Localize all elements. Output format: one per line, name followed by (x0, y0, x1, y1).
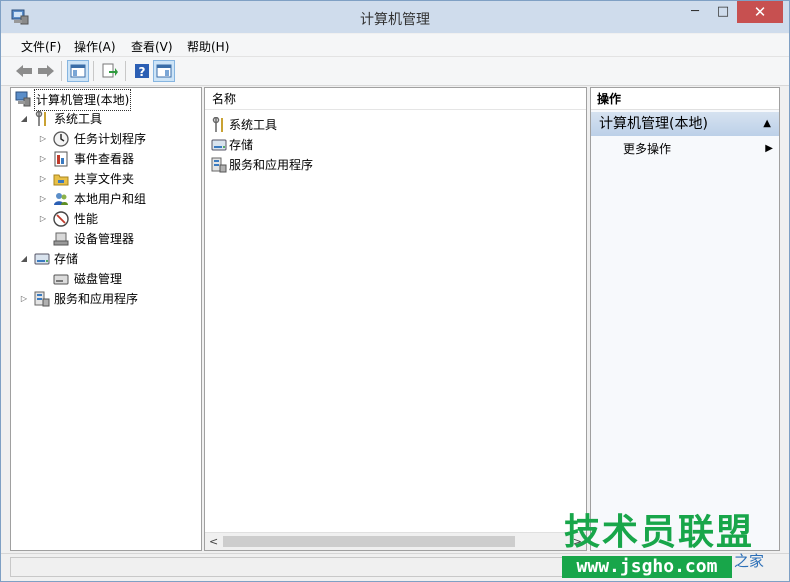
minimize-button[interactable]: ─ (681, 1, 709, 23)
svg-text:?: ? (139, 65, 146, 79)
storage-icon (211, 139, 227, 151)
services-icon (34, 291, 50, 307)
close-button[interactable]: ✕ (737, 1, 783, 23)
computer-management-window: 计算机管理 ─ □ ✕ 文件(F) 操作(A) 查看(V) 帮助(H) ? 计算… (0, 0, 790, 582)
list-item-label: 系统工具 (229, 118, 278, 132)
services-icon (211, 157, 227, 173)
maximize-button[interactable]: □ (709, 1, 737, 23)
event-viewer-icon (54, 151, 68, 167)
tree-item-label: 服务和应用程序 (54, 292, 139, 306)
expand-arrow-icon[interactable]: ▷ (38, 209, 48, 229)
back-arrow-icon (16, 65, 32, 77)
expand-arrow-icon[interactable]: ▷ (38, 129, 48, 149)
users-icon (54, 193, 68, 205)
show-hide-action-pane-button[interactable] (153, 60, 175, 82)
watermark-url: www.jsgho.com (562, 556, 732, 578)
expand-arrow-icon[interactable]: ▷ (38, 189, 48, 209)
actions-header: 操作 (591, 88, 779, 110)
menu-bar: 文件(F) 操作(A) 查看(V) 帮助(H) (1, 34, 789, 57)
submenu-arrow-icon: ▶ (765, 143, 773, 154)
scroll-left-button[interactable]: < (209, 533, 218, 550)
toolbar-separator (93, 61, 94, 81)
tree-item-label: 计算机管理(本地) (34, 89, 132, 111)
action-pane-icon (156, 64, 172, 78)
collapse-arrow-icon[interactable]: ◢ (19, 249, 29, 269)
export-list-icon (102, 63, 118, 78)
status-cell (10, 557, 587, 577)
menu-help[interactable]: 帮助(H) (187, 38, 229, 55)
results-pane[interactable]: 名称 系统工具 存储 服务和应用程序 < > (204, 87, 587, 551)
back-button[interactable] (13, 60, 35, 82)
menu-view[interactable]: 查看(V) (131, 38, 173, 55)
forward-arrow-icon (38, 65, 54, 77)
help-icon: ? (135, 64, 149, 79)
storage-icon (34, 253, 50, 265)
tree-item-label: 设备管理器 (74, 232, 135, 246)
tree-item-label: 存储 (54, 252, 79, 266)
expand-arrow-icon[interactable]: ▷ (19, 289, 29, 309)
menu-action[interactable]: 操作(A) (74, 38, 116, 55)
tree-item-label: 共享文件夹 (74, 172, 135, 186)
tree-item-label: 本地用户和组 (74, 192, 147, 206)
performance-icon (53, 211, 69, 227)
disk-management-icon (53, 274, 69, 285)
title-bar: 计算机管理 ─ □ ✕ (1, 1, 789, 33)
clock-icon (53, 131, 69, 147)
export-list-button[interactable] (99, 60, 121, 82)
console-tree-icon (70, 64, 86, 78)
list-item-label: 服务和应用程序 (229, 158, 314, 172)
computer-management-icon (15, 91, 31, 107)
menu-file[interactable]: 文件(F) (21, 38, 61, 55)
watermark: 技术员联盟 www.jsgho.com 之家 (558, 512, 790, 580)
watermark-side-text: 之家 (734, 552, 765, 570)
tree-item-label: 系统工具 (54, 112, 103, 126)
list-item-label: 存储 (229, 138, 254, 152)
console-tree-pane[interactable]: 计算机管理(本地) ◢ 系统工具 ▷ 任务计划程序 ▷ 事件查看器 ▷ 共享文件… (10, 87, 202, 551)
device-manager-icon (53, 232, 69, 246)
more-actions-label: 更多操作 (623, 142, 672, 156)
tree-item-label: 任务计划程序 (74, 132, 147, 146)
toolbar-separator (125, 61, 126, 81)
window-title: 计算机管理 (360, 12, 430, 28)
expand-arrow-icon[interactable]: ▷ (38, 149, 48, 169)
horizontal-scrollbar[interactable]: < > (205, 532, 586, 550)
more-actions-item[interactable]: 更多操作 ▶ (623, 140, 773, 158)
scrollbar-thumb[interactable] (223, 536, 515, 547)
tree-item-label: 磁盘管理 (74, 272, 123, 286)
tree-item-label: 事件查看器 (74, 152, 135, 166)
column-header-name[interactable]: 名称 (205, 88, 586, 110)
forward-button[interactable] (35, 60, 57, 82)
collapse-arrow-icon[interactable]: ◢ (19, 109, 29, 129)
toolbar: ? (1, 57, 789, 86)
expand-arrow-icon[interactable]: ▷ (38, 169, 48, 189)
collapse-triangle-icon[interactable]: ▲ (763, 112, 771, 136)
system-tools-icon (212, 117, 223, 132)
actions-section-label: 计算机管理(本地) (599, 116, 708, 132)
show-hide-console-tree-button[interactable] (67, 60, 89, 82)
watermark-brand: 技术员联盟 (564, 512, 755, 553)
system-tools-icon (35, 111, 46, 126)
actions-pane: 操作 计算机管理(本地) ▲ 更多操作 ▶ (590, 87, 780, 551)
help-button[interactable]: ? (131, 60, 153, 82)
toolbar-separator (61, 61, 62, 81)
shared-folder-icon (53, 174, 69, 186)
tree-item-label: 性能 (74, 212, 99, 226)
actions-section-computer-management[interactable]: 计算机管理(本地) ▲ (591, 112, 779, 136)
